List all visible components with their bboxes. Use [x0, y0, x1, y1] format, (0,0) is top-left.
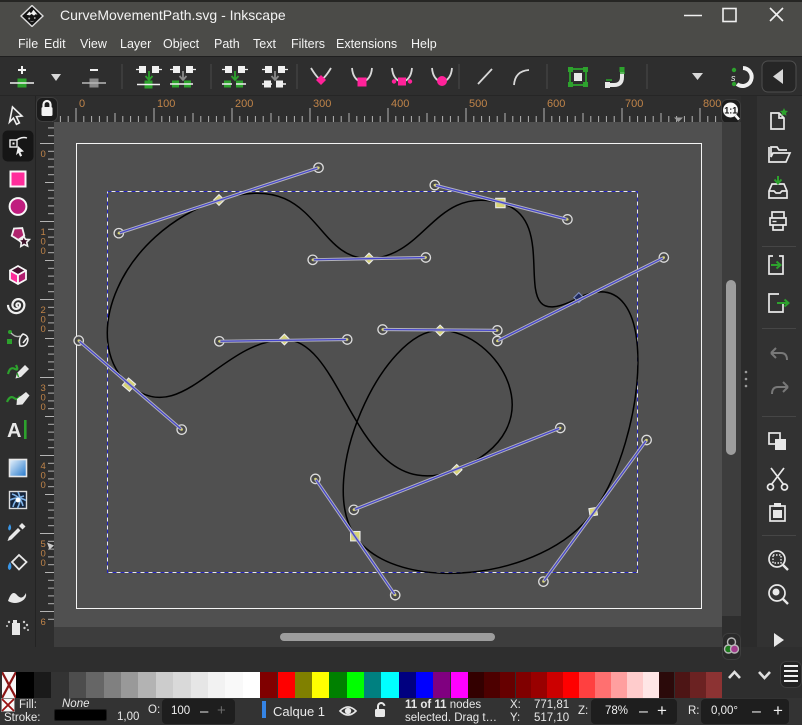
svg-text:400: 400 — [391, 98, 409, 110]
svg-text:800: 800 — [703, 98, 721, 110]
svg-text:200: 200 — [235, 98, 253, 110]
svg-text:0: 0 — [41, 480, 46, 491]
svg-text:300: 300 — [313, 98, 331, 110]
svg-text:s: s — [731, 73, 736, 83]
svg-text:0: 0 — [41, 558, 46, 569]
svg-text:A: A — [7, 420, 21, 442]
svg-text:0: 0 — [41, 627, 46, 628]
svg-text:600: 600 — [547, 98, 565, 110]
svg-text:0: 0 — [79, 98, 85, 110]
svg-text:0: 0 — [41, 402, 46, 413]
svg-text:6: 6 — [41, 617, 46, 627]
svg-text:0: 0 — [41, 246, 46, 257]
svg-text:700: 700 — [625, 98, 643, 110]
svg-text:100: 100 — [157, 98, 175, 110]
svg-text:1:1: 1:1 — [724, 106, 737, 116]
svg-text:0: 0 — [41, 149, 46, 160]
svg-text:0: 0 — [41, 324, 46, 335]
svg-text:500: 500 — [469, 98, 487, 110]
